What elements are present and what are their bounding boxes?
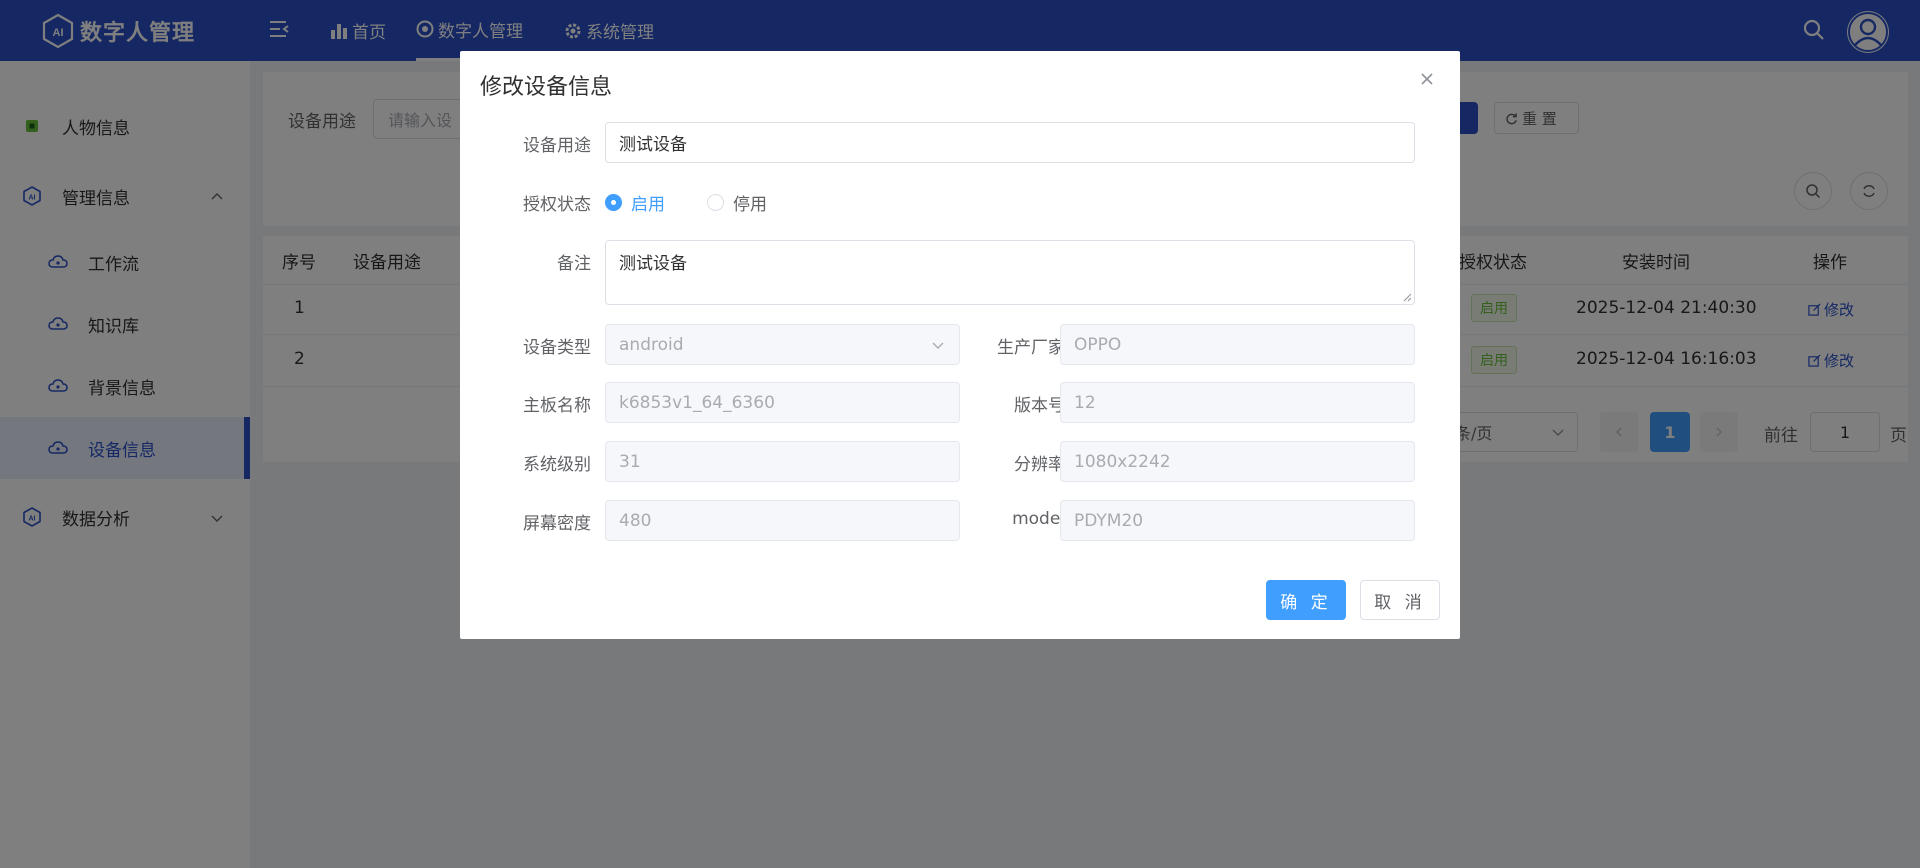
purpose-label: 设备用途 bbox=[523, 136, 591, 156]
model-input[interactable]: PDYM20 bbox=[1060, 500, 1415, 541]
remark-label: 备注 bbox=[557, 254, 591, 274]
radio-checked-icon bbox=[605, 194, 622, 211]
edit-device-dialog: 修改设备信息 设备用途 测试设备 授权状态 启用 停用 备注 测试设备 设备类型… bbox=[460, 51, 1460, 639]
radio-disabled[interactable]: 停用 bbox=[707, 190, 767, 215]
board-input[interactable]: k6853v1_64_6360 bbox=[605, 382, 960, 423]
density-input[interactable]: 480 bbox=[605, 500, 960, 541]
device-type-label: 设备类型 bbox=[523, 338, 591, 358]
resolution-input[interactable]: 1080x2242 bbox=[1060, 441, 1415, 482]
manufacturer-input[interactable]: OPPO bbox=[1060, 324, 1415, 365]
auth-status-label: 授权状态 bbox=[523, 195, 591, 215]
board-label: 主板名称 bbox=[523, 396, 591, 416]
purpose-input[interactable]: 测试设备 bbox=[605, 122, 1415, 163]
density-label: 屏幕密度 bbox=[523, 514, 591, 534]
radio-enabled[interactable]: 启用 bbox=[605, 190, 665, 215]
version-label: 版本号 bbox=[1014, 396, 1065, 416]
version-input[interactable]: 12 bbox=[1060, 382, 1415, 423]
dialog-title: 修改设备信息 bbox=[480, 75, 613, 100]
cancel-button[interactable]: 取 消 bbox=[1360, 580, 1440, 620]
resize-handle-icon[interactable] bbox=[1402, 292, 1412, 302]
device-type-select[interactable]: android bbox=[605, 324, 960, 365]
sys-level-label: 系统级别 bbox=[523, 455, 591, 475]
manufacturer-label: 生产厂家 bbox=[997, 338, 1065, 358]
sys-level-input[interactable]: 31 bbox=[605, 441, 960, 482]
model-label: model bbox=[1012, 509, 1065, 529]
close-icon[interactable] bbox=[1417, 69, 1437, 89]
radio-unchecked-icon bbox=[707, 194, 724, 211]
chevron-down-icon bbox=[932, 342, 944, 349]
remark-textarea[interactable]: 测试设备 bbox=[605, 240, 1415, 305]
confirm-button[interactable]: 确 定 bbox=[1266, 580, 1346, 620]
resolution-label: 分辨率 bbox=[1014, 455, 1065, 475]
